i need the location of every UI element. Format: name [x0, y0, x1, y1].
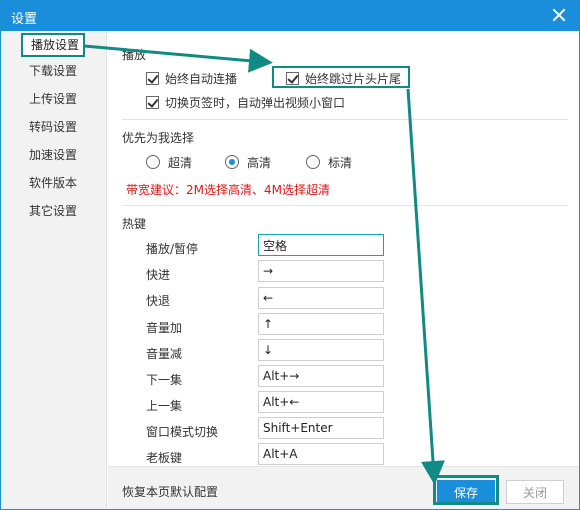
quality-radio-ultra[interactable]: 超清: [146, 154, 192, 170]
hotkey-input-prev-episode[interactable]: [258, 391, 384, 413]
quality-section-title: 优先为我选择: [122, 131, 195, 145]
hotkey-label-boss-key: 老板键: [146, 451, 183, 465]
hotkey-input-next-episode[interactable]: [258, 365, 384, 387]
playback-section-title: 播放: [122, 48, 147, 62]
sidebar-item-playback[interactable]: 播放设置: [21, 33, 85, 57]
hotkey-label-next-episode: 下一集: [146, 373, 183, 387]
divider: [122, 119, 568, 120]
hotkey-input-forward[interactable]: [258, 260, 384, 282]
quality-radio-high[interactable]: 高清: [225, 154, 271, 170]
hotkey-label-play-pause: 播放/暂停: [146, 242, 199, 256]
skip-intro-highlight-frame: [272, 66, 410, 88]
mini-window-checkbox[interactable]: 切换页签时，自动弹出视频小窗口: [146, 94, 345, 110]
checkbox-checked-icon: [146, 95, 159, 109]
close-icon[interactable]: [551, 7, 567, 23]
title-bar[interactable]: 设置: [1, 1, 579, 31]
radio-on-icon: [225, 155, 239, 169]
auto-continue-label: 始终自动连播: [165, 71, 238, 86]
quality-option-label: 标清: [328, 155, 353, 170]
hotkey-label-window-mode: 窗口模式切换: [146, 425, 219, 439]
hotkey-input-boss-key[interactable]: [258, 443, 384, 465]
hotkey-input-volume-down[interactable]: [258, 339, 384, 361]
hotkey-label-rewind: 快退: [146, 294, 171, 308]
hotkey-label-prev-episode: 上一集: [146, 399, 183, 413]
hotkey-label-forward: 快进: [146, 268, 171, 282]
divider: [122, 205, 568, 206]
hotkey-input-volume-up[interactable]: [258, 313, 384, 335]
quality-option-label: 超清: [168, 155, 193, 170]
settings-dialog: 设置 播放设置 下载设置 上传设置 转码设置 加速设置 软件版本 其它设置 播放…: [0, 0, 580, 510]
sidebar: 播放设置 下载设置 上传设置 转码设置 加速设置 软件版本 其它设置: [1, 31, 107, 509]
hotkey-input-rewind[interactable]: [258, 287, 384, 309]
hotkey-input-window-mode[interactable]: [258, 417, 384, 439]
auto-continue-checkbox[interactable]: 始终自动连播: [146, 70, 237, 86]
sidebar-item-transcode[interactable]: 转码设置: [1, 115, 107, 139]
quality-radio-standard[interactable]: 标清: [306, 154, 352, 170]
quality-option-label: 高清: [247, 155, 272, 170]
sidebar-item-download[interactable]: 下载设置: [1, 59, 107, 83]
dialog-footer: 恢复本页默认配置 保存 关闭: [108, 466, 579, 509]
sidebar-item-version[interactable]: 软件版本: [1, 171, 107, 195]
hotkey-label-volume-up: 音量加: [146, 321, 183, 335]
restore-defaults-link[interactable]: 恢复本页默认配置: [122, 483, 218, 500]
checkbox-checked-icon: [146, 71, 159, 85]
sidebar-item-upload[interactable]: 上传设置: [1, 87, 107, 111]
radio-off-icon: [146, 155, 160, 169]
mini-window-label: 切换页签时，自动弹出视频小窗口: [165, 95, 346, 110]
hotkeys-section-title: 热键: [122, 217, 147, 231]
settings-content: 播放 始终自动连播 始终跳过片头片尾 切换页签时，自动弹出视频小窗口 优先为我选…: [108, 31, 579, 466]
bandwidth-advice: 带宽建议：2M选择高清、4M选择超清: [126, 183, 330, 197]
save-button[interactable]: 保存: [437, 480, 495, 504]
sidebar-item-other[interactable]: 其它设置: [1, 199, 107, 223]
radio-off-icon: [306, 155, 320, 169]
sidebar-item-acceleration[interactable]: 加速设置: [1, 143, 107, 167]
hotkey-input-play-pause[interactable]: [258, 234, 384, 256]
window-title: 设置: [11, 12, 38, 27]
hotkey-label-volume-down: 音量减: [146, 347, 183, 361]
close-button[interactable]: 关闭: [506, 480, 564, 504]
